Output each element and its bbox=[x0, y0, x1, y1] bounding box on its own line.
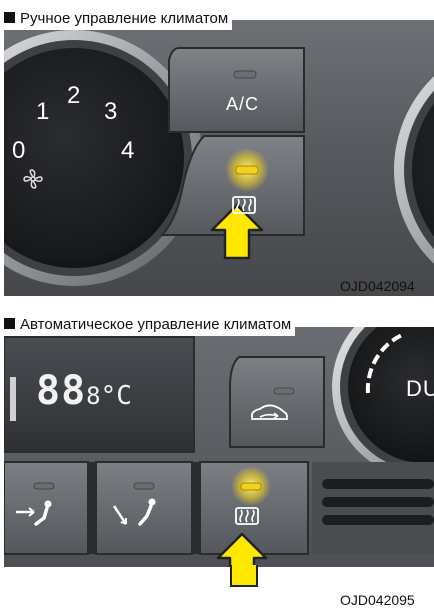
mode-knob-label: DU bbox=[406, 376, 434, 401]
auto-arrow-tail bbox=[230, 565, 258, 587]
bullet-square bbox=[4, 12, 15, 23]
fan-icon bbox=[22, 168, 44, 190]
manual-section-title: Ручное управление климатом bbox=[0, 8, 233, 30]
auto-title-text: Автоматическое управление климатом bbox=[20, 316, 292, 333]
manual-ref-code: OJD042094 bbox=[340, 278, 415, 294]
vent-grille bbox=[312, 462, 434, 554]
fan-speed-3: 3 bbox=[104, 98, 118, 125]
ac-label: A/C bbox=[226, 94, 260, 114]
auto-climate-panel bbox=[4, 327, 434, 567]
fan-speed-4: 4 bbox=[121, 137, 135, 164]
manual-title-text: Ручное управление климатом bbox=[20, 10, 229, 27]
bullet-square bbox=[4, 318, 15, 329]
auto-ref-code: OJD042095 bbox=[340, 592, 415, 608]
auto-section-title: Автоматическое управление климатом bbox=[0, 314, 296, 336]
ac-button[interactable] bbox=[168, 47, 305, 133]
temperature-readout: 888°C bbox=[36, 368, 132, 414]
recirculation-car-icon bbox=[248, 402, 290, 424]
rear-defrost-icon bbox=[235, 507, 259, 527]
fan-speed-2: 2 bbox=[67, 82, 81, 109]
rear-defrost-icon bbox=[232, 196, 256, 216]
temperature-unit: °C bbox=[100, 381, 132, 411]
fan-speed-1: 1 bbox=[36, 98, 50, 125]
manual-climate-panel bbox=[4, 20, 434, 296]
foot-vent-icon bbox=[112, 496, 162, 530]
face-vent-icon bbox=[14, 498, 54, 528]
temperature-digits: 88 bbox=[36, 368, 87, 414]
temperature-decimal: 8 bbox=[86, 382, 101, 410]
fan-speed-0: 0 bbox=[12, 137, 26, 164]
